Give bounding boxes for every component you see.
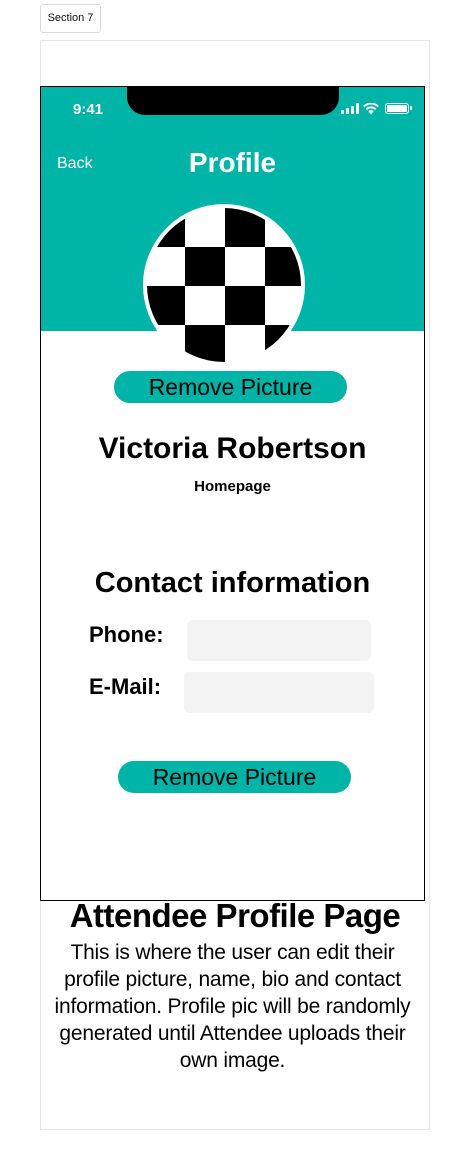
profile-name[interactable]: Victoria Robertson [41,432,424,466]
homepage-link[interactable]: Homepage [41,478,424,495]
section-tag: Section 7 [40,4,101,33]
email-label: E-Mail: [89,674,162,699]
caption-title: Attendee Profile Page [69,897,401,934]
battery-icon [385,103,412,114]
bottom-remove-picture-button[interactable]: Remove Picture [118,761,351,793]
phone-label: Phone: [89,622,164,647]
contact-heading: Contact information [94,567,371,599]
phone-field[interactable] [187,620,371,661]
avatar[interactable] [143,204,305,366]
caption-text: This is where the user can edit their pr… [54,941,411,1072]
email-field[interactable] [184,672,374,713]
page-title: Profile [188,147,277,178]
wifi-icon [363,102,379,115]
remove-picture-button[interactable]: Remove Picture [114,371,347,403]
status-time: 9:41 [73,101,104,118]
signal-icon [341,103,359,114]
status-icons [329,102,412,115]
phone-screen: 9:41 Back Profile Remove Picture Victori… [40,86,425,901]
checkerboard-avatar-image [147,208,301,362]
device-notch [127,87,339,115]
